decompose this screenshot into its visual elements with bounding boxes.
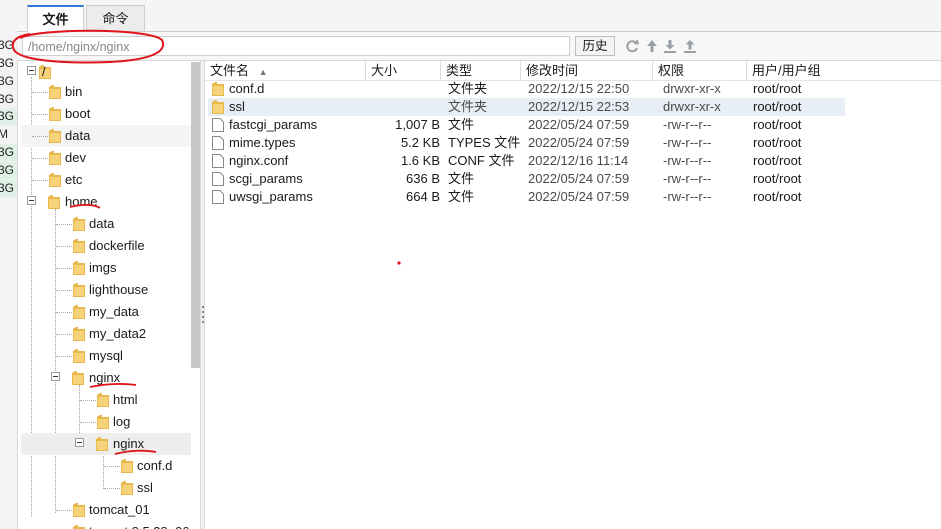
red-annotation-overlay (11, 29, 401, 455)
